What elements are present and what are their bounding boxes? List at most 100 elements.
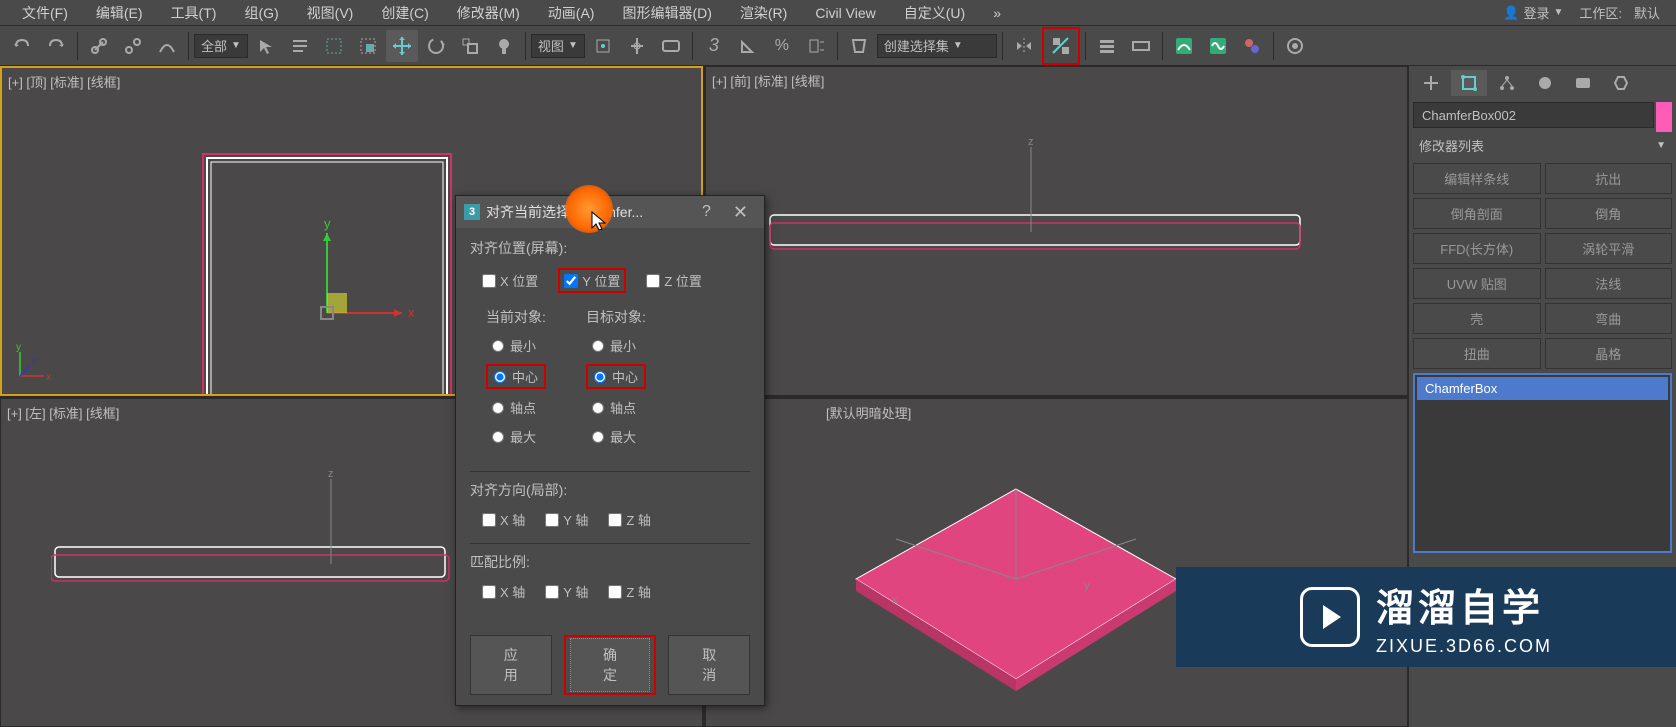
stack-item-chamferbox[interactable]: ChamferBox [1417, 377, 1668, 400]
menu-render[interactable]: 渲染(R) [726, 1, 801, 25]
scale-y-checkbox[interactable]: Y 轴 [545, 582, 588, 601]
target-center-radio[interactable]: 中心 [586, 364, 646, 389]
menu-create[interactable]: 创建(C) [367, 1, 442, 25]
current-pivot-radio[interactable]: 轴点 [486, 397, 546, 418]
current-max-radio[interactable]: 最大 [486, 426, 546, 447]
bind-button[interactable] [151, 30, 183, 62]
select-manipulate-button[interactable] [621, 30, 653, 62]
scale-z-checkbox[interactable]: Z 轴 [608, 582, 651, 601]
ref-coord-system[interactable]: 视图 ▼ [531, 34, 585, 58]
motion-tab[interactable] [1527, 70, 1563, 96]
align-button[interactable] [1045, 30, 1077, 62]
target-pivot-radio[interactable]: 轴点 [586, 397, 646, 418]
modify-tab[interactable] [1451, 70, 1487, 96]
layer-explorer-button[interactable] [1091, 30, 1123, 62]
select-place-button[interactable] [488, 30, 520, 62]
mod-turbosmooth[interactable]: 涡轮平滑 [1545, 233, 1673, 264]
link-button[interactable] [83, 30, 115, 62]
unlink-button[interactable] [117, 30, 149, 62]
mod-normal[interactable]: 法线 [1545, 268, 1673, 299]
dialog-titlebar[interactable]: 3 对齐当前选择 (Chamfer... ? ✕ [456, 196, 764, 228]
svg-text:z: z [1028, 137, 1034, 148]
menu-customize[interactable]: 自定义(U) [890, 1, 979, 25]
display-tab[interactable] [1565, 70, 1601, 96]
menu-edit[interactable]: 编辑(E) [82, 1, 157, 25]
current-min-radio[interactable]: 最小 [486, 335, 546, 356]
menu-more[interactable]: » [979, 3, 1015, 23]
dialog-close-button[interactable]: ✕ [725, 202, 756, 223]
snap-toggle-3[interactable]: 3 [698, 30, 730, 62]
spinner-snap-button[interactable] [800, 30, 832, 62]
mod-edit-spline[interactable]: 编辑样条线 [1413, 163, 1541, 194]
curve-editor-button[interactable] [1168, 30, 1200, 62]
redo-button[interactable] [40, 30, 72, 62]
object-name-text: ChamferBox002 [1422, 108, 1516, 123]
named-sel-sets[interactable]: 创建选择集 ▼ [877, 34, 997, 58]
mod-extrude[interactable]: 抗出 [1545, 163, 1673, 194]
z-axis-checkbox[interactable]: Z 轴 [608, 510, 651, 529]
current-center-radio[interactable]: 中心 [486, 364, 546, 389]
angle-snap-button[interactable] [732, 30, 764, 62]
select-move-button[interactable] [386, 30, 418, 62]
select-name-button[interactable] [284, 30, 316, 62]
select-region-rect-button[interactable] [318, 30, 350, 62]
target-max-radio[interactable]: 最大 [586, 426, 646, 447]
x-position-checkbox[interactable]: X 位置 [482, 268, 538, 293]
z-position-checkbox[interactable]: Z 位置 [646, 268, 702, 293]
mod-lattice[interactable]: 晶格 [1545, 338, 1673, 369]
mod-bend[interactable]: 弯曲 [1545, 303, 1673, 334]
menu-view[interactable]: 视图(V) [293, 1, 368, 25]
mod-shell[interactable]: 壳 [1413, 303, 1541, 334]
toggle-ribbon-button[interactable] [1125, 30, 1157, 62]
edit-named-sel-button[interactable] [843, 30, 875, 62]
keyboard-shortcut-button[interactable] [655, 30, 687, 62]
select-scale-button[interactable] [454, 30, 486, 62]
y-position-checkbox[interactable]: Y 位置 [558, 268, 626, 293]
mod-twist[interactable]: 扭曲 [1413, 338, 1541, 369]
mirror-button[interactable] [1008, 30, 1040, 62]
menu-civil[interactable]: Civil View [801, 3, 889, 23]
selection-filter[interactable]: 全部 ▼ [194, 34, 248, 58]
cancel-button[interactable]: 取消 [668, 635, 750, 695]
mod-ffd-box[interactable]: FFD(长方体) [1413, 233, 1541, 264]
ok-button[interactable]: 确定 [570, 638, 651, 692]
mod-bevel[interactable]: 倒角 [1545, 198, 1673, 229]
modifier-stack[interactable]: ChamferBox [1413, 373, 1672, 553]
target-min-radio[interactable]: 最小 [586, 335, 646, 356]
mod-uvw-map[interactable]: UVW 贴图 [1413, 268, 1541, 299]
dialog-help-button[interactable]: ? [694, 203, 719, 221]
scale-x-checkbox[interactable]: X 轴 [482, 582, 525, 601]
axis-gizmo[interactable]: x y [302, 218, 422, 338]
object-name-field[interactable]: ChamferBox002 [1413, 102, 1654, 128]
utilities-tab[interactable] [1603, 70, 1639, 96]
render-setup-button[interactable] [1279, 30, 1311, 62]
create-tab[interactable] [1413, 70, 1449, 96]
mod-bevel-profile[interactable]: 倒角剖面 [1413, 198, 1541, 229]
object-color-swatch[interactable] [1656, 102, 1672, 132]
undo-button[interactable] [6, 30, 38, 62]
schematic-view-button[interactable] [1202, 30, 1234, 62]
percent-snap-button[interactable]: % [766, 30, 798, 62]
menu-group[interactable]: 组(G) [230, 1, 292, 25]
menu-tools[interactable]: 工具(T) [157, 1, 231, 25]
modifier-list-dropdown[interactable]: 修改器列表 ▼ [1413, 132, 1672, 159]
viewport-front[interactable]: [+] [前] [标准] [线框] z [705, 66, 1408, 396]
apply-button[interactable]: 应用 [470, 635, 552, 695]
filter-label: 全部 [201, 36, 227, 55]
login-button[interactable]: 👤 登录 ▼ [1495, 1, 1571, 24]
viewport-left-label: [+] [左] [标准] [线框] [7, 403, 119, 422]
workspace-selector[interactable]: 工作区: 默认 [1579, 1, 1668, 24]
use-pivot-center-button[interactable] [587, 30, 619, 62]
select-rotate-button[interactable] [420, 30, 452, 62]
window-crossing-button[interactable] [352, 30, 384, 62]
material-editor-button[interactable] [1236, 30, 1268, 62]
menu-animation[interactable]: 动画(A) [534, 1, 609, 25]
y-axis-checkbox[interactable]: Y 轴 [545, 510, 588, 529]
x-axis-checkbox[interactable]: X 轴 [482, 510, 525, 529]
menu-graph[interactable]: 图形编辑器(D) [608, 1, 725, 25]
hierarchy-tab[interactable] [1489, 70, 1525, 96]
select-object-button[interactable] [250, 30, 282, 62]
menu-modifiers[interactable]: 修改器(M) [443, 1, 534, 25]
viewport-perspective[interactable]: [默认明暗处理] x y [705, 398, 1408, 727]
menu-file[interactable]: 文件(F) [8, 1, 82, 25]
